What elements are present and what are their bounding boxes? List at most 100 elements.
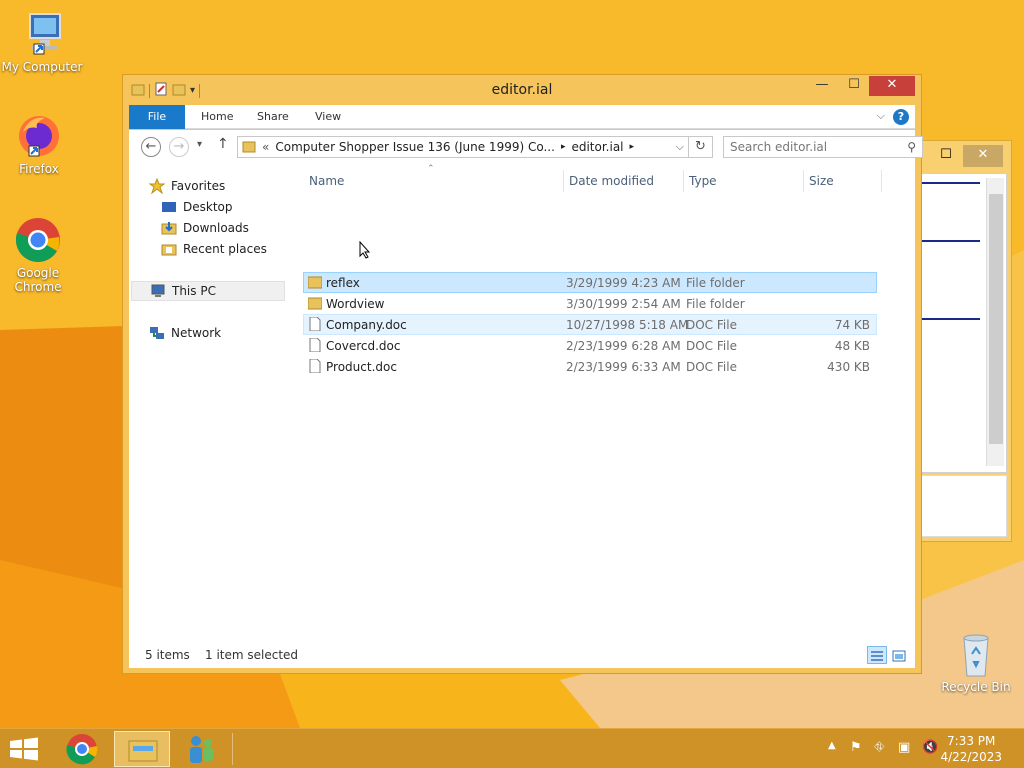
taskbar-file-explorer[interactable] bbox=[114, 731, 170, 767]
computer-icon bbox=[150, 283, 166, 299]
refresh-button[interactable]: ↻ bbox=[689, 136, 713, 158]
column-header-size[interactable]: Size bbox=[809, 170, 834, 192]
column-header-date[interactable]: Date modified bbox=[569, 170, 654, 192]
file-type: File folder bbox=[686, 297, 745, 311]
file-type: DOC File bbox=[686, 360, 737, 374]
tab-share[interactable]: Share bbox=[247, 105, 299, 129]
explorer-window[interactable]: ▾ editor.ial — ☐ ✕ File Home Share View … bbox=[122, 74, 923, 674]
desktop-icon-recycle-bin[interactable]: Recycle Bin bbox=[934, 630, 1018, 694]
desktop-icon-my-computer[interactable]: My Computer bbox=[0, 10, 84, 74]
details-view-icon[interactable] bbox=[867, 646, 887, 664]
window-title: editor.ial bbox=[491, 82, 553, 98]
file-date: 2/23/1999 6:33 AM bbox=[566, 360, 681, 374]
chevron-down-icon[interactable]: ⌵ bbox=[676, 140, 684, 154]
nav-label: Network bbox=[171, 326, 222, 340]
maximize-icon[interactable]: ☐ bbox=[839, 76, 869, 96]
taskbar: ▲ ⚑ ⛗ ▣ 🔇 7:33 PM 4/22/2023 bbox=[0, 728, 1024, 768]
nav-item-this-pc[interactable]: This PC bbox=[131, 281, 285, 301]
selection-count: 1 item selected bbox=[205, 648, 299, 662]
network-icon[interactable]: ⛗ bbox=[874, 740, 884, 755]
computer-icon bbox=[18, 10, 66, 58]
table-row[interactable]: reflex 3/29/1999 4:23 AM File folder bbox=[303, 272, 877, 293]
desktop-icon-label: My Computer bbox=[1, 60, 83, 74]
forward-button[interactable]: → bbox=[169, 137, 189, 157]
table-row[interactable]: Covercd.doc 2/23/1999 6:28 AM DOC File 4… bbox=[303, 335, 877, 356]
breadcrumb-segment[interactable]: Computer Shopper Issue 136 (June 1999) C… bbox=[275, 140, 555, 154]
background-window-footer bbox=[921, 475, 1007, 537]
minimize-icon[interactable]: — bbox=[807, 76, 837, 96]
close-icon[interactable]: ✕ bbox=[963, 145, 1003, 167]
table-row[interactable]: Product.doc 2/23/1999 6:33 AM DOC File 4… bbox=[303, 356, 877, 377]
up-button[interactable]: ↑ bbox=[217, 136, 229, 152]
tab-home[interactable]: Home bbox=[191, 105, 243, 129]
back-button[interactable]: ← bbox=[141, 137, 161, 157]
nav-label: Recent places bbox=[183, 242, 267, 256]
people-icon bbox=[190, 736, 213, 763]
large-icons-view-icon[interactable] bbox=[889, 646, 909, 664]
maximize-icon[interactable]: ☐ bbox=[933, 145, 959, 167]
nav-item-downloads[interactable]: Downloads bbox=[161, 218, 249, 238]
taskbar-app[interactable] bbox=[174, 731, 230, 767]
folder-icon bbox=[307, 275, 323, 289]
chrome-icon bbox=[14, 216, 62, 264]
file-date: 3/29/1999 4:23 AM bbox=[566, 276, 681, 290]
desktop-icon-label: Recycle Bin bbox=[941, 680, 1011, 694]
title-bar[interactable]: ▾ editor.ial — ☐ ✕ bbox=[123, 75, 921, 105]
search-input[interactable]: Search editor.ial ⚲ bbox=[723, 136, 923, 158]
chevron-right-icon[interactable]: ▸ bbox=[561, 142, 566, 152]
column-header-name[interactable]: Name bbox=[309, 170, 344, 192]
desktop-icon-firefox[interactable]: Firefox bbox=[0, 112, 81, 176]
nav-label: Favorites bbox=[171, 179, 226, 193]
tab-file[interactable]: File bbox=[129, 105, 185, 129]
star-icon bbox=[148, 177, 166, 195]
address-prefix[interactable]: « bbox=[262, 140, 269, 154]
desktop-icon bbox=[161, 199, 177, 215]
display-icon[interactable]: ▣ bbox=[898, 740, 910, 755]
nav-item-network[interactable]: Network bbox=[149, 323, 221, 343]
search-icon[interactable]: ⚲ bbox=[907, 137, 916, 157]
file-type: DOC File bbox=[686, 318, 737, 332]
ribbon-tabs: File Home Share View ⌵ ? bbox=[129, 105, 915, 129]
column-divider bbox=[803, 170, 804, 192]
recent-locations-icon[interactable]: ▾ bbox=[197, 139, 202, 150]
file-list: ⌃ Name Date modified Type Size reflex 3/… bbox=[299, 164, 915, 642]
volume-muted-icon[interactable]: 🔇 bbox=[922, 740, 938, 755]
close-icon[interactable]: ✕ bbox=[869, 76, 915, 96]
chevron-down-icon[interactable]: ⌵ bbox=[877, 109, 885, 123]
column-header-type[interactable]: Type bbox=[689, 170, 717, 192]
breadcrumb-segment[interactable]: editor.ial bbox=[571, 140, 623, 154]
table-row[interactable]: Wordview 3/30/1999 2:54 AM File folder bbox=[303, 293, 877, 314]
content-area: Favorites Desktop Downloads Recent place… bbox=[129, 164, 915, 642]
clock[interactable]: 7:33 PM 4/22/2023 bbox=[940, 733, 1002, 765]
start-button[interactable] bbox=[0, 731, 48, 767]
nav-item-desktop[interactable]: Desktop bbox=[161, 197, 233, 217]
mouse-cursor-icon bbox=[359, 240, 371, 262]
scrollbar[interactable] bbox=[986, 178, 1004, 466]
file-size: 430 KB bbox=[827, 360, 870, 374]
desktop-icon-label: Google Chrome bbox=[14, 266, 62, 294]
file-name: Product.doc bbox=[326, 360, 397, 374]
chevron-right-icon[interactable]: ▸ bbox=[630, 142, 635, 152]
network-icon bbox=[149, 325, 165, 341]
show-hidden-icons-icon[interactable]: ▲ bbox=[828, 740, 836, 751]
search-placeholder: Search editor.ial bbox=[730, 140, 828, 154]
recent-places-icon bbox=[161, 241, 177, 257]
file-name: Wordview bbox=[326, 297, 385, 311]
nav-item-recent-places[interactable]: Recent places bbox=[161, 239, 267, 259]
table-row[interactable]: Company.doc 10/27/1998 5:18 AM DOC File … bbox=[303, 314, 877, 335]
address-bar[interactable]: « Computer Shopper Issue 136 (June 1999)… bbox=[237, 136, 689, 158]
nav-item-favorites[interactable]: Favorites bbox=[148, 176, 226, 196]
desktop-icon-label: Firefox bbox=[19, 162, 59, 176]
tab-view[interactable]: View bbox=[305, 105, 351, 129]
folder-icon bbox=[307, 296, 323, 310]
help-icon[interactable]: ? bbox=[893, 109, 909, 125]
column-divider bbox=[563, 170, 564, 192]
clock-date: 4/22/2023 bbox=[940, 750, 1002, 764]
desktop-icon-google-chrome[interactable]: Google Chrome bbox=[0, 216, 80, 294]
file-name: Covercd.doc bbox=[326, 339, 401, 353]
divider bbox=[232, 733, 233, 765]
file-type: File folder bbox=[686, 276, 745, 290]
taskbar-chrome[interactable] bbox=[56, 731, 112, 767]
flag-icon[interactable]: ⚑ bbox=[850, 740, 862, 755]
column-divider bbox=[881, 170, 882, 192]
